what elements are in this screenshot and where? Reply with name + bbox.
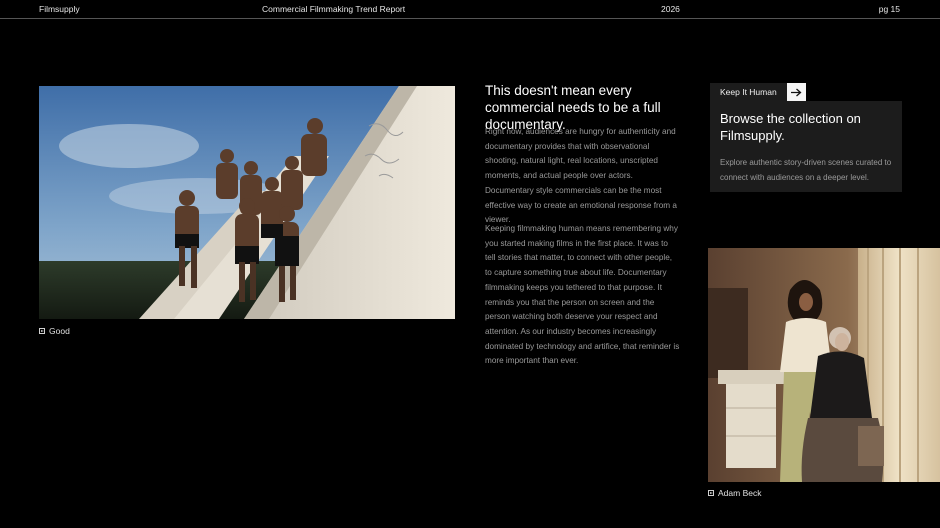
caption-left-text: Good — [49, 326, 70, 336]
article-paragraph-1: Right now, audiences are hungry for auth… — [485, 127, 677, 225]
caption-left: Good — [39, 326, 70, 336]
arrow-right-icon[interactable] — [786, 83, 806, 101]
keep-it-human-tab[interactable]: Keep It Human — [710, 83, 806, 101]
caption-right-text: Adam Beck — [718, 488, 762, 498]
play-icon — [708, 490, 714, 496]
play-icon — [39, 328, 45, 334]
photo-two-women[interactable] — [708, 248, 940, 482]
arrow-right-glyph — [790, 88, 802, 96]
photo-group-on-wall[interactable] — [39, 86, 455, 319]
brand-name: Filmsupply — [39, 4, 80, 14]
card-description: Explore authentic story-driven scenes cu… — [720, 158, 892, 182]
page-number: pg 15 — [878, 4, 900, 14]
report-year: 2026 — [661, 4, 680, 14]
tab-label: Keep It Human — [710, 83, 787, 101]
article-paragraph-2: Keeping filmmaking human means rememberi… — [485, 224, 680, 366]
header-bar: Filmsupply Commercial Filmmaking Trend R… — [0, 0, 940, 19]
photo-group-illustration — [39, 86, 455, 319]
report-title: Commercial Filmmaking Trend Report — [262, 4, 406, 14]
caption-right: Adam Beck — [708, 488, 761, 498]
card-title: Browse the collection on Filmsupply. — [720, 111, 861, 143]
photo-women-illustration — [708, 248, 940, 482]
collection-card[interactable]: Browse the collection on Filmsupply. Exp… — [710, 101, 902, 192]
